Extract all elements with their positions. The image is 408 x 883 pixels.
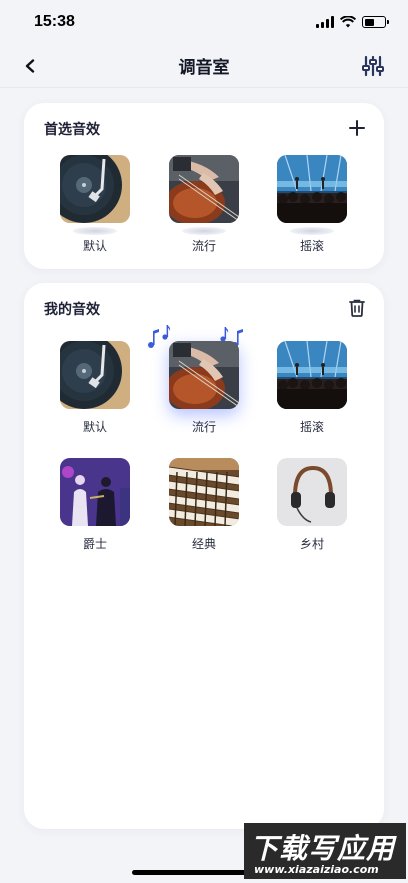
status-time: 15:38 bbox=[34, 13, 75, 30]
effect-label: 默认 bbox=[82, 420, 107, 434]
preferred-effect-tile[interactable]: 默认 bbox=[50, 155, 140, 254]
concert-image bbox=[277, 341, 347, 409]
status-bar: 15:38 bbox=[0, 0, 408, 44]
page-title: 调音室 bbox=[178, 58, 230, 78]
trash-icon bbox=[349, 299, 365, 317]
my-effect-tile[interactable]: 摇滚 bbox=[267, 341, 357, 435]
my-effect-tile[interactable]: 经典 bbox=[159, 458, 249, 552]
wifi-icon bbox=[340, 16, 356, 28]
my-effect-tile[interactable]: 默认 bbox=[50, 341, 140, 435]
thumb-shadow bbox=[73, 227, 117, 235]
headphones-image bbox=[277, 458, 347, 526]
guitar-image bbox=[169, 155, 239, 223]
battery-icon bbox=[362, 16, 389, 28]
my-effect-tile[interactable]: 乡村 bbox=[267, 458, 357, 552]
my-effects-title: 我的音效 bbox=[44, 302, 100, 318]
effect-label: 经典 bbox=[191, 537, 216, 551]
effect-label: 流行 bbox=[191, 420, 216, 434]
organ-keys-image bbox=[169, 458, 239, 526]
turntable-image bbox=[60, 155, 130, 223]
back-button[interactable] bbox=[18, 54, 42, 78]
turntable-image bbox=[60, 341, 130, 409]
effect-label: 乡村 bbox=[299, 537, 324, 551]
delete-effect-button[interactable] bbox=[346, 297, 368, 319]
guitar-image bbox=[169, 341, 239, 409]
preferred-effect-tile[interactable]: 流行 bbox=[159, 155, 249, 254]
chevron-left-icon bbox=[25, 59, 35, 73]
add-effect-button[interactable] bbox=[346, 117, 368, 139]
my-effect-tile-selected[interactable]: 流行 bbox=[148, 325, 249, 435]
preferred-effect-tile[interactable]: 摇滚 bbox=[267, 155, 357, 254]
effect-label: 摇滚 bbox=[299, 239, 324, 253]
thumb-shadow bbox=[182, 227, 226, 235]
preferred-effects-title: 首选音效 bbox=[44, 122, 100, 138]
preferred-effects-card: 首选音效 默认 流行 摇滚 bbox=[24, 103, 384, 269]
equalizer-settings-button[interactable] bbox=[360, 53, 386, 79]
watermark-url: www.xiazaiziao.com bbox=[254, 863, 379, 876]
status-icons bbox=[316, 16, 389, 28]
my-effects-card: 我的音效 默认 流行 摇滚 爵士 经典 乡村 bbox=[24, 283, 384, 829]
my-effect-tile[interactable]: 爵士 bbox=[50, 458, 140, 552]
battery-level bbox=[364, 18, 374, 26]
effect-label: 摇滚 bbox=[299, 420, 324, 434]
jazz-band-image bbox=[60, 458, 130, 526]
effect-label: 流行 bbox=[191, 239, 216, 253]
thumb-shadow bbox=[290, 227, 334, 235]
concert-image bbox=[277, 155, 347, 223]
watermark-logo: 下载写应用 www.xiazaiziao.com bbox=[244, 823, 406, 879]
plus-icon bbox=[349, 120, 365, 136]
sliders-icon bbox=[362, 55, 384, 77]
cellular-signal-icon bbox=[316, 16, 334, 28]
watermark-title: 下载写应用 bbox=[250, 832, 396, 865]
effect-label: 默认 bbox=[82, 239, 107, 253]
nav-bar: 调音室 bbox=[0, 44, 408, 88]
effect-label: 爵士 bbox=[82, 537, 107, 551]
